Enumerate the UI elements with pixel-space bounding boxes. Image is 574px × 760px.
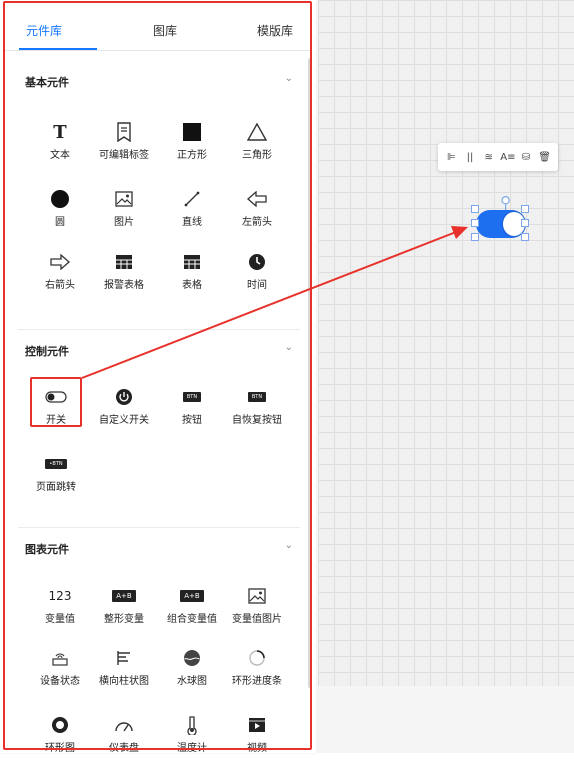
tab-gallery[interactable]: 图库 <box>153 22 177 39</box>
component-custom-switch[interactable]: 自定义开关 <box>89 384 159 432</box>
component-self-reset-button[interactable]: BTN 自恢复按钮 <box>222 384 292 432</box>
page-jump-icon: •BTN <box>45 459 67 469</box>
resize-handle[interactable] <box>521 219 529 227</box>
font-icon[interactable]: A≡ <box>500 152 515 163</box>
component-triangle[interactable]: 三角形 <box>222 119 292 167</box>
library-tabs: 元件库 图库 模版库 <box>5 14 310 51</box>
component-horizontal-bar[interactable]: 横向柱状图 <box>89 645 159 693</box>
resize-handle[interactable] <box>521 233 529 241</box>
ab-icon: A+B <box>180 590 204 602</box>
component-label: 变量值图片 <box>232 614 282 625</box>
style-icon[interactable]: ⛁ <box>519 152 533 163</box>
power-icon <box>116 389 132 405</box>
gauge-icon <box>115 722 133 732</box>
square-icon <box>183 123 201 141</box>
component-left-arrow[interactable]: 左箭头 <box>222 186 292 234</box>
component-image[interactable]: 图片 <box>89 186 159 234</box>
horizontal-bar-icon <box>117 651 130 665</box>
resize-handle[interactable] <box>471 233 479 241</box>
align-left-icon[interactable]: ⊫ <box>444 152 458 163</box>
table-icon <box>116 255 132 269</box>
device-status-icon <box>52 653 68 666</box>
line-icon <box>184 191 200 207</box>
button-icon: BTN <box>182 392 202 402</box>
chevron-down-icon[interactable]: ⌄ <box>285 73 293 84</box>
component-ring-progress[interactable]: 环形进度条 <box>222 645 292 693</box>
canvas-footer-area <box>318 686 574 753</box>
right-arrow-icon <box>50 254 70 270</box>
design-canvas[interactable] <box>318 0 574 753</box>
component-time[interactable]: 时间 <box>222 249 292 297</box>
chevron-down-icon[interactable]: ⌄ <box>285 540 293 551</box>
chevron-down-icon[interactable]: ⌄ <box>285 342 293 353</box>
section-title: 控制元件 <box>25 345 69 358</box>
circle-icon <box>51 190 69 208</box>
tab-components[interactable]: 元件库 <box>26 22 62 39</box>
panel-highlight-outline <box>3 1 312 750</box>
section-header-basic[interactable]: 基本元件 ⌄ <box>5 66 305 96</box>
thermometer-icon <box>187 716 197 735</box>
ab-icon: A+B <box>112 590 136 602</box>
component-label: 左箭头 <box>242 217 272 228</box>
component-label: 时间 <box>247 280 267 291</box>
layers-icon[interactable]: ≋ <box>482 152 496 163</box>
resize-handle[interactable] <box>471 219 479 227</box>
resize-handle[interactable] <box>521 205 529 213</box>
section-header-chart[interactable]: 图表元件 ⌄ <box>5 533 305 563</box>
video-icon <box>249 718 265 732</box>
section-divider <box>18 527 300 528</box>
component-alarm-table[interactable]: 报警表格 <box>89 249 159 297</box>
section-title: 图表元件 <box>25 543 69 556</box>
image-icon <box>115 191 133 207</box>
rotate-handle <box>501 196 510 205</box>
element-toolbar: ⊫ || ≋ A≡ ⛁ 🗑 <box>438 143 558 171</box>
component-library-panel: 元件库 图库 模版库 基本元件 ⌄ T 文本 可编辑标签 正方形 三角形 圆 图… <box>0 0 316 754</box>
align-center-icon[interactable]: || <box>463 152 477 163</box>
text-icon: T <box>53 121 67 143</box>
delete-icon[interactable]: 🗑 <box>538 152 552 163</box>
clock-icon <box>249 254 265 270</box>
water-ball-icon <box>184 650 200 666</box>
left-arrow-icon <box>247 191 267 207</box>
active-tab-indicator <box>19 48 97 50</box>
component-label: 三角形 <box>242 150 272 161</box>
ring-progress-icon <box>249 650 265 666</box>
resize-handle[interactable] <box>471 205 479 213</box>
button-icon: BTN <box>247 392 267 402</box>
component-label: 页面跳转 <box>36 482 76 493</box>
section-header-control[interactable]: 控制元件 ⌄ <box>5 335 305 365</box>
table-icon <box>184 255 200 269</box>
component-variable-image[interactable]: 变量值图片 <box>222 583 292 631</box>
ring-chart-icon <box>52 717 68 733</box>
switch-highlight-box <box>30 377 82 427</box>
component-label: 环形进度条 <box>232 676 282 687</box>
value-icon: 123 <box>48 589 72 603</box>
image-icon <box>248 588 266 604</box>
component-label: 视频 <box>247 743 267 754</box>
section-title: 基本元件 <box>25 76 69 89</box>
triangle-icon <box>247 123 267 141</box>
section-divider <box>18 329 300 330</box>
panel-scrollbar[interactable] <box>308 58 312 688</box>
component-page-jump[interactable]: •BTN 页面跳转 <box>21 451 91 499</box>
component-editable-label[interactable]: 可编辑标签 <box>89 119 159 167</box>
tab-templates[interactable]: 模版库 <box>257 22 293 39</box>
component-int-variable[interactable]: A+B 整形变量 <box>89 583 159 631</box>
editable-label-icon <box>117 122 131 142</box>
component-label: 自恢复按钮 <box>232 415 282 426</box>
